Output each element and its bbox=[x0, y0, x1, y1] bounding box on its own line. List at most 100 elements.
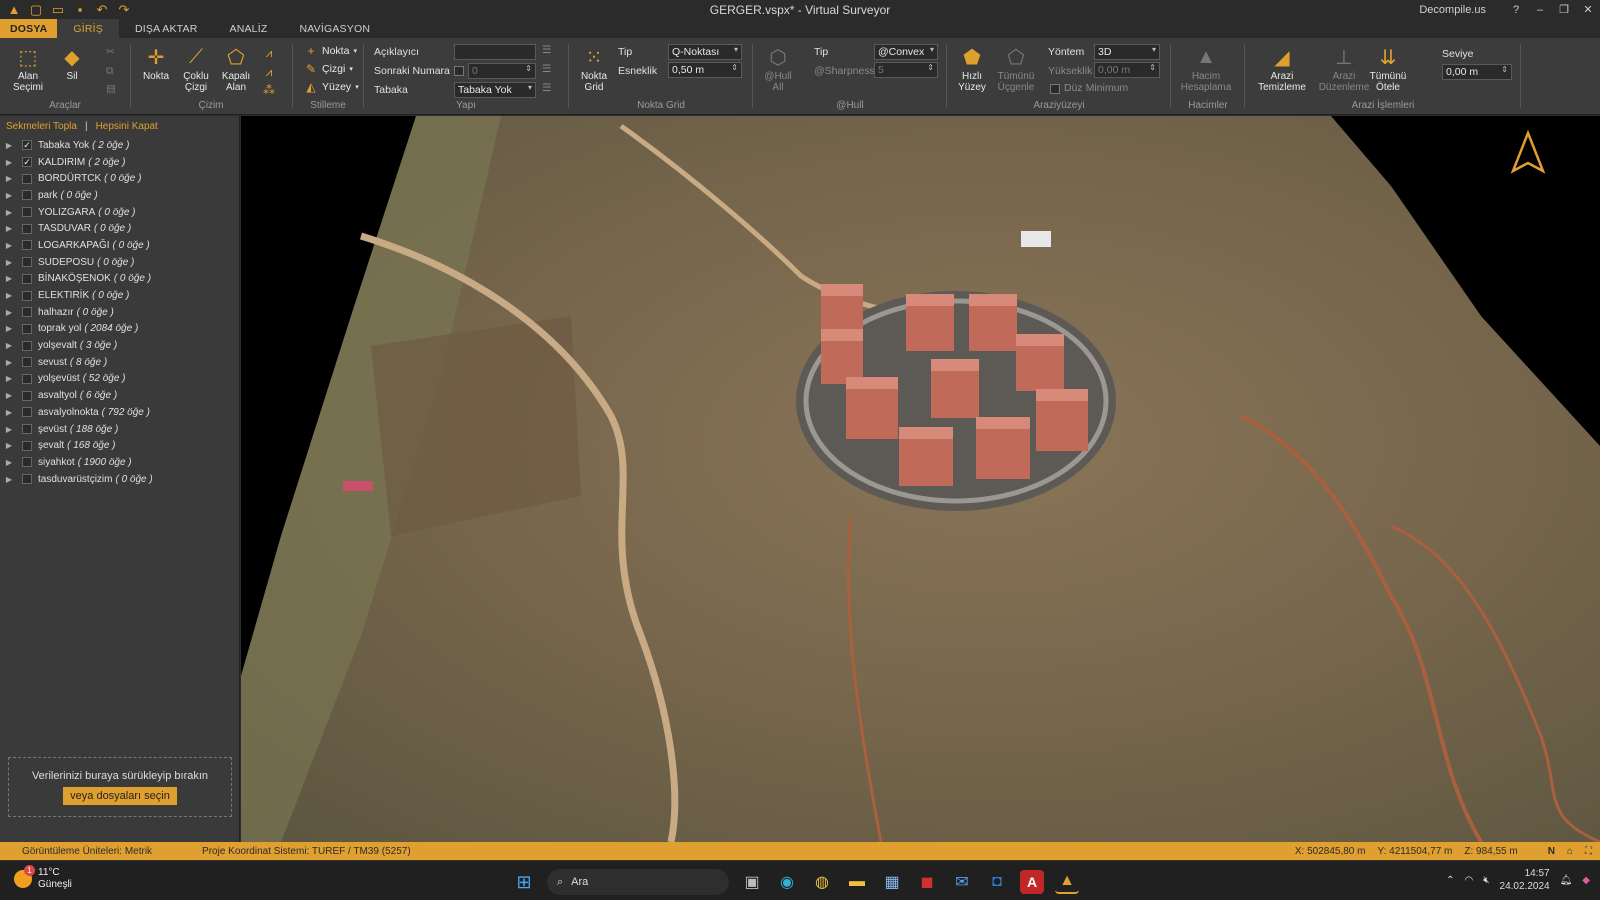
stil-yuzey-dropdown[interactable]: ◭ Yüzey ▾ bbox=[304, 80, 358, 94]
minimize-button[interactable]: – bbox=[1528, 4, 1552, 16]
layer-row[interactable]: ▶ park( 0 öğe ) bbox=[0, 187, 240, 204]
expand-arrow-icon[interactable]: ▶ bbox=[2, 258, 16, 267]
seviye-input[interactable]: 0,00 m ⇕ bbox=[1442, 64, 1512, 80]
weather-widget[interactable]: 1 11°C Güneşli bbox=[14, 865, 72, 891]
edge-icon[interactable]: ◉ bbox=[775, 870, 799, 894]
layer-visibility-checkbox[interactable] bbox=[22, 273, 32, 284]
layer-visibility-checkbox[interactable] bbox=[22, 223, 32, 234]
help-button[interactable]: ? bbox=[1504, 4, 1528, 16]
layer-visibility-checkbox[interactable] bbox=[22, 207, 32, 218]
layer-visibility-checkbox[interactable] bbox=[22, 173, 32, 184]
drop-zone[interactable]: Verilerinizi buraya sürükleyip bırakın v… bbox=[8, 757, 232, 817]
autocad-icon[interactable]: A bbox=[1020, 870, 1044, 894]
taskbar-search[interactable]: ⌕ Ara bbox=[547, 869, 729, 895]
expand-arrow-icon[interactable]: ▶ bbox=[2, 341, 16, 350]
redo-icon[interactable]: ↷ bbox=[116, 2, 132, 18]
layer-visibility-checkbox[interactable] bbox=[22, 240, 32, 251]
expand-arrow-icon[interactable]: ▶ bbox=[2, 441, 16, 450]
layer-row[interactable]: ▶ asvaltyol( 6 öğe ) bbox=[0, 387, 240, 404]
task-view-icon[interactable]: ▣ bbox=[740, 870, 764, 894]
display-units[interactable]: Görüntüleme Üniteleri: Metrik bbox=[0, 846, 152, 857]
file-explorer-icon[interactable]: ▬ bbox=[845, 870, 869, 894]
undo-icon[interactable]: ↶ bbox=[94, 2, 110, 18]
tab-analiz[interactable]: ANALİZ bbox=[213, 19, 283, 38]
layer-visibility-checkbox[interactable] bbox=[22, 307, 32, 318]
navigation-arrow-icon[interactable] bbox=[1510, 129, 1546, 174]
chevron-up-icon[interactable]: ⌃ bbox=[1446, 875, 1454, 886]
close-all-link[interactable]: Hepsini Kapat bbox=[96, 121, 158, 132]
tab-disa-aktar[interactable]: DIŞA AKTAR bbox=[119, 19, 214, 38]
hull-tip-select[interactable]: @Convex ▾ bbox=[874, 44, 938, 60]
sonraki-numara-checkbox[interactable] bbox=[454, 66, 464, 76]
expand-arrow-icon[interactable]: ▶ bbox=[2, 425, 16, 434]
alan-secimi-button[interactable]: ⬚ Alan Seçimi bbox=[6, 44, 50, 94]
chrome-icon[interactable]: ◍ bbox=[810, 870, 834, 894]
layer-row[interactable]: ▶ ✓ Tabaka Yok( 2 öğe ) bbox=[0, 137, 240, 154]
copilot-icon[interactable]: ◆ bbox=[1582, 875, 1590, 886]
layer-row[interactable]: ▶ halhazır( 0 öğe ) bbox=[0, 304, 240, 321]
account-label[interactable]: Decompile.us bbox=[1419, 4, 1486, 16]
choose-files-button[interactable]: veya dosyaları seçin bbox=[63, 786, 177, 805]
notification-bell-icon[interactable]: 🔔︎ bbox=[1560, 875, 1573, 886]
expand-arrow-icon[interactable]: ▶ bbox=[2, 475, 16, 484]
new-file-icon[interactable]: ▢ bbox=[28, 2, 44, 18]
wifi-icon[interactable]: ◠ bbox=[1464, 875, 1473, 886]
layer-visibility-checkbox[interactable] bbox=[22, 323, 32, 334]
expand-arrow-icon[interactable]: ▶ bbox=[2, 358, 16, 367]
app-logo-icon[interactable]: ▲ bbox=[6, 2, 22, 18]
yukseklik-input[interactable]: 0,00 m ⇕ bbox=[1094, 62, 1160, 78]
coordinate-system[interactable]: Proje Koordinat Sistemi: TUREF / TM39 (5… bbox=[152, 846, 411, 857]
nokta-grid-tip-select[interactable]: Q-Noktası ▾ bbox=[668, 44, 742, 60]
layer-visibility-checkbox[interactable] bbox=[22, 373, 32, 384]
close-button[interactable]: ✕ bbox=[1576, 3, 1600, 16]
layer-visibility-checkbox[interactable]: ✓ bbox=[22, 157, 32, 168]
list-icon[interactable]: ☰ bbox=[542, 44, 551, 56]
layer-row[interactable]: ▶ toprak yol( 2084 öğe ) bbox=[0, 321, 240, 338]
layer-row[interactable]: ▶ siyahkot( 1900 öğe ) bbox=[0, 454, 240, 471]
stil-nokta-dropdown[interactable]: + Nokta ▾ bbox=[304, 44, 356, 58]
tabaka-select[interactable]: Tabaka Yok ▾ bbox=[454, 82, 536, 98]
speaker-muted-icon[interactable]: 🔇︎ bbox=[1483, 875, 1489, 886]
nokta-grid-button[interactable]: ⁙ Nokta Grid bbox=[572, 44, 616, 94]
layer-row[interactable]: ▶ ✓ KALDIRIM( 2 öğe ) bbox=[0, 154, 240, 171]
layer-visibility-checkbox[interactable] bbox=[22, 457, 32, 468]
sharpness-input[interactable]: 5 ⇕ bbox=[874, 62, 938, 78]
expand-arrow-icon[interactable]: ▶ bbox=[2, 324, 16, 333]
layer-visibility-checkbox[interactable] bbox=[22, 424, 32, 435]
expand-arrow-icon[interactable]: ▶ bbox=[2, 208, 16, 217]
layer-row[interactable]: ▶ yolşevalt( 3 öğe ) bbox=[0, 337, 240, 354]
layer-row[interactable]: ▶ BİNAKÖŞENOK( 0 öğe ) bbox=[0, 271, 240, 288]
fullscreen-icon[interactable]: ⛶ bbox=[1585, 846, 1592, 857]
layer-row[interactable]: ▶ tasduvarüstçizim( 0 öğe ) bbox=[0, 471, 240, 488]
tumunu-ucgenle-button[interactable]: ⬠ Tümünü Üçgenle bbox=[994, 44, 1038, 94]
outlook-icon[interactable]: ◘ bbox=[985, 870, 1009, 894]
draw-tool-1-icon[interactable]: ⩘ bbox=[262, 46, 276, 61]
tab-dosya[interactable]: DOSYA bbox=[0, 19, 58, 38]
expand-arrow-icon[interactable]: ▶ bbox=[2, 174, 16, 183]
restore-button[interactable]: ❐ bbox=[1552, 3, 1576, 16]
expand-arrow-icon[interactable]: ▶ bbox=[2, 224, 16, 233]
layer-row[interactable]: ▶ BORDÜRTCK( 0 öğe ) bbox=[0, 170, 240, 187]
arazi-duzenleme-button[interactable]: ⊥ Arazi Düzenleme bbox=[1319, 44, 1370, 94]
tab-giris[interactable]: GİRİŞ bbox=[57, 19, 119, 38]
layer-visibility-checkbox[interactable] bbox=[22, 440, 32, 451]
layer-visibility-checkbox[interactable] bbox=[22, 390, 32, 401]
layer-visibility-checkbox[interactable] bbox=[22, 290, 32, 301]
north-icon[interactable]: N bbox=[1548, 846, 1555, 857]
hizli-yuzey-button[interactable]: ⬟ Hızlı Yüzey bbox=[950, 44, 994, 94]
expand-arrow-icon[interactable]: ▶ bbox=[2, 458, 16, 467]
3d-viewport[interactable] bbox=[241, 116, 1600, 842]
aciklayici-input[interactable] bbox=[454, 44, 536, 60]
expand-arrow-icon[interactable]: ▶ bbox=[2, 141, 16, 150]
layer-row[interactable]: ▶ YOLIZGARA( 0 öğe ) bbox=[0, 204, 240, 221]
expand-arrow-icon[interactable]: ▶ bbox=[2, 391, 16, 400]
layer-visibility-checkbox[interactable] bbox=[22, 257, 32, 268]
layer-row[interactable]: ▶ TASDUVAR( 0 öğe ) bbox=[0, 220, 240, 237]
tab-navigasyon[interactable]: NAVİGASYON bbox=[283, 19, 386, 38]
tumunu-otele-button[interactable]: ⇊ Tümünü Ötele bbox=[1366, 44, 1410, 94]
sil-button[interactable]: ◆ Sil bbox=[50, 44, 94, 83]
layer-visibility-checkbox[interactable] bbox=[22, 407, 32, 418]
collapse-all-link[interactable]: Sekmeleri Topla bbox=[6, 121, 77, 132]
layer-row[interactable]: ▶ sevust( 8 öğe ) bbox=[0, 354, 240, 371]
nokta-button[interactable]: ✛ Nokta bbox=[134, 44, 178, 83]
